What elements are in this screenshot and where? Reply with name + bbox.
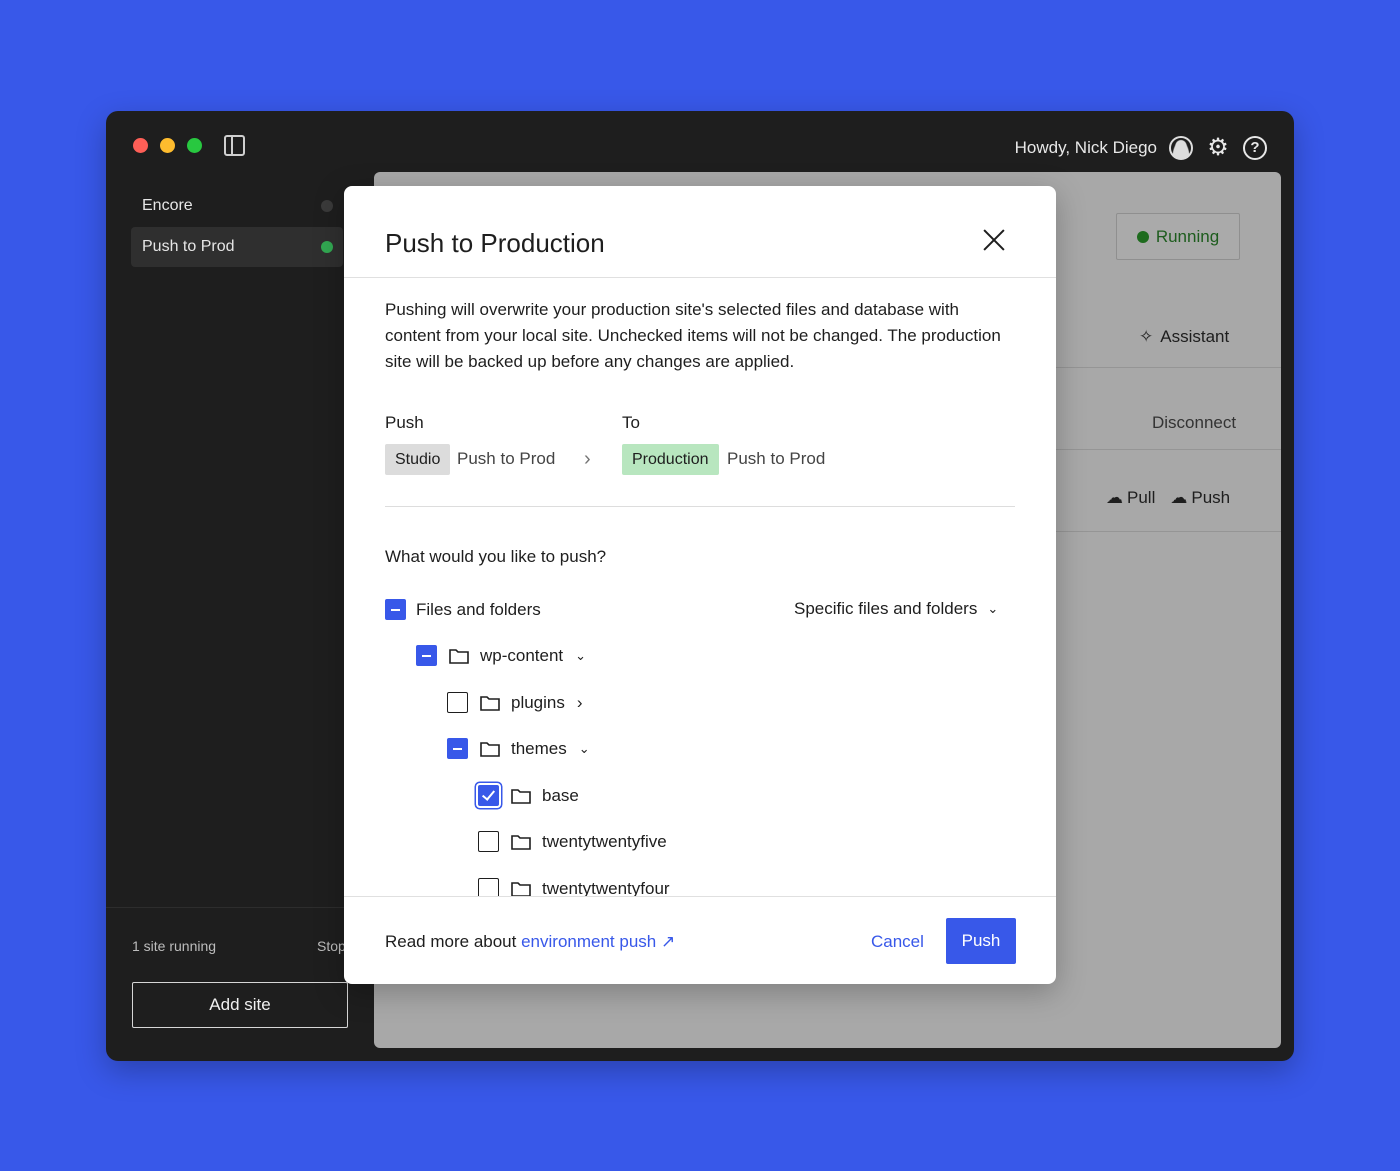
node-label: twentytwentyfour [542,878,670,897]
pull-button[interactable]: ☁ Pull [1106,488,1155,508]
push-dialog: Push to Production Pushing will overwrit… [344,186,1056,984]
status-dot [321,200,333,212]
cancel-button[interactable]: Cancel [871,932,924,952]
push-question: What would you like to push? [385,547,607,566]
dialog-description: Pushing will overwrite your production s… [385,300,1001,371]
push-button[interactable]: ☁ Push [1170,488,1230,508]
dialog-header: Push to Production [344,186,1056,278]
running-count: 1 site running [132,938,217,954]
assistant-label: Assistant [1160,327,1230,346]
site-name: Encore [142,197,193,214]
running-label: Running [1155,226,1220,246]
avatar-icon[interactable] [1169,135,1193,160]
site-list: Encore Push to Prod [131,186,343,268]
base-checkbox[interactable] [478,785,499,806]
source-site: Push to Prod [457,449,556,468]
themes-checkbox[interactable] [447,738,468,759]
node-label: wp-content [480,645,564,665]
target-tag: Production [622,444,719,475]
folder-icon [511,788,531,804]
sync-actions: ☁ Pull ☁ Push [1106,488,1230,508]
divider [385,506,1015,507]
assistant-tab[interactable]: ✧ Assistant [1139,327,1229,347]
site-name: Push to Prod [142,238,235,255]
close-window-button[interactable] [133,138,148,153]
running-status-button[interactable]: Running [1116,213,1240,260]
running-dot [1136,230,1149,243]
dialog-footer: Read more about environment push ↗ Cance… [344,896,1056,984]
folder-icon [511,834,531,850]
gear-icon[interactable]: ⚙ [1205,133,1231,162]
greeting: Howdy, Nick Diego [1014,137,1157,157]
folder-icon [449,648,469,664]
sidebar-toggle-icon[interactable] [224,135,245,156]
chevron-down-icon[interactable]: ⌄ [575,648,586,664]
read-more-prefix: Read more about [385,932,522,951]
folder-icon [480,741,500,757]
node-label: plugins [511,692,565,712]
node-label: base [542,785,579,805]
dialog-title: Push to Production [385,228,605,258]
chevron-right-icon[interactable]: › [577,693,583,713]
files-and-folders-checkbox[interactable] [385,599,406,620]
scope-select[interactable]: Specific files and folders ⌄ [794,599,998,619]
read-more-text: Read more about environment push ↗ [385,932,675,952]
cloud-download-icon: ☁ [1106,488,1123,507]
add-site-button[interactable]: Add site [132,982,348,1028]
status-dot [321,241,333,253]
folder-icon [511,881,531,896]
stop-all-button[interactable]: Stop [317,938,346,954]
tree-node-files-and-folders: Files and folders [385,599,541,620]
chevron-down-icon: ⌄ [987,601,999,616]
zoom-window-button[interactable] [187,138,202,153]
node-label: Files and folders [416,599,541,619]
tree-node-twentytwentyfour: twentytwentyfour [478,878,670,896]
help-icon[interactable]: ? [1243,135,1267,160]
minimize-window-button[interactable] [160,138,175,153]
push-label: Push [1191,488,1231,507]
site-item-push-to-prod[interactable]: Push to Prod [131,227,343,267]
wp-content-checkbox[interactable] [416,645,437,666]
tree-node-base: base [478,785,579,806]
close-icon[interactable] [982,228,1006,252]
sparkle-icon: ✧ [1139,327,1154,346]
pull-label: Pull [1127,488,1156,507]
tree-node-wp-content: wp-content ⌄ [416,645,586,666]
push-button[interactable]: Push [946,918,1016,964]
to-label: To [622,413,640,432]
tree-node-themes: themes ⌄ [447,738,590,759]
site-item-encore[interactable]: Encore [131,186,343,226]
chevron-down-icon[interactable]: ⌄ [579,741,590,757]
source-tag: Studio [385,444,451,475]
chevron-right-icon: › [584,448,591,470]
window-controls [133,138,202,153]
plugins-checkbox[interactable] [447,692,468,713]
sidebar-footer: 1 site running Stop Add site [106,907,356,1028]
target-site: Push to Prod [727,449,826,468]
disconnect-button[interactable]: Disconnect [1152,413,1236,433]
dialog-body: Pushing will overwrite your production s… [344,279,1056,896]
cloud-upload-icon: ☁ [1170,488,1188,507]
tree-node-twentytwentyfive: twentytwentyfive [478,831,667,852]
tree-node-plugins: plugins › [447,692,583,713]
folder-icon [480,695,500,711]
environment-push-link[interactable]: environment push ↗ [521,932,675,951]
twentytwentyfive-checkbox[interactable] [478,831,499,852]
scope-select-value: Specific files and folders [794,599,978,618]
twentytwentyfour-checkbox[interactable] [478,878,499,896]
user-bar: Howdy, Nick Diego ⚙ ? [1015,133,1267,162]
node-label: twentytwentyfive [542,831,667,851]
node-label: themes [511,738,567,758]
push-label: Push [385,413,424,432]
